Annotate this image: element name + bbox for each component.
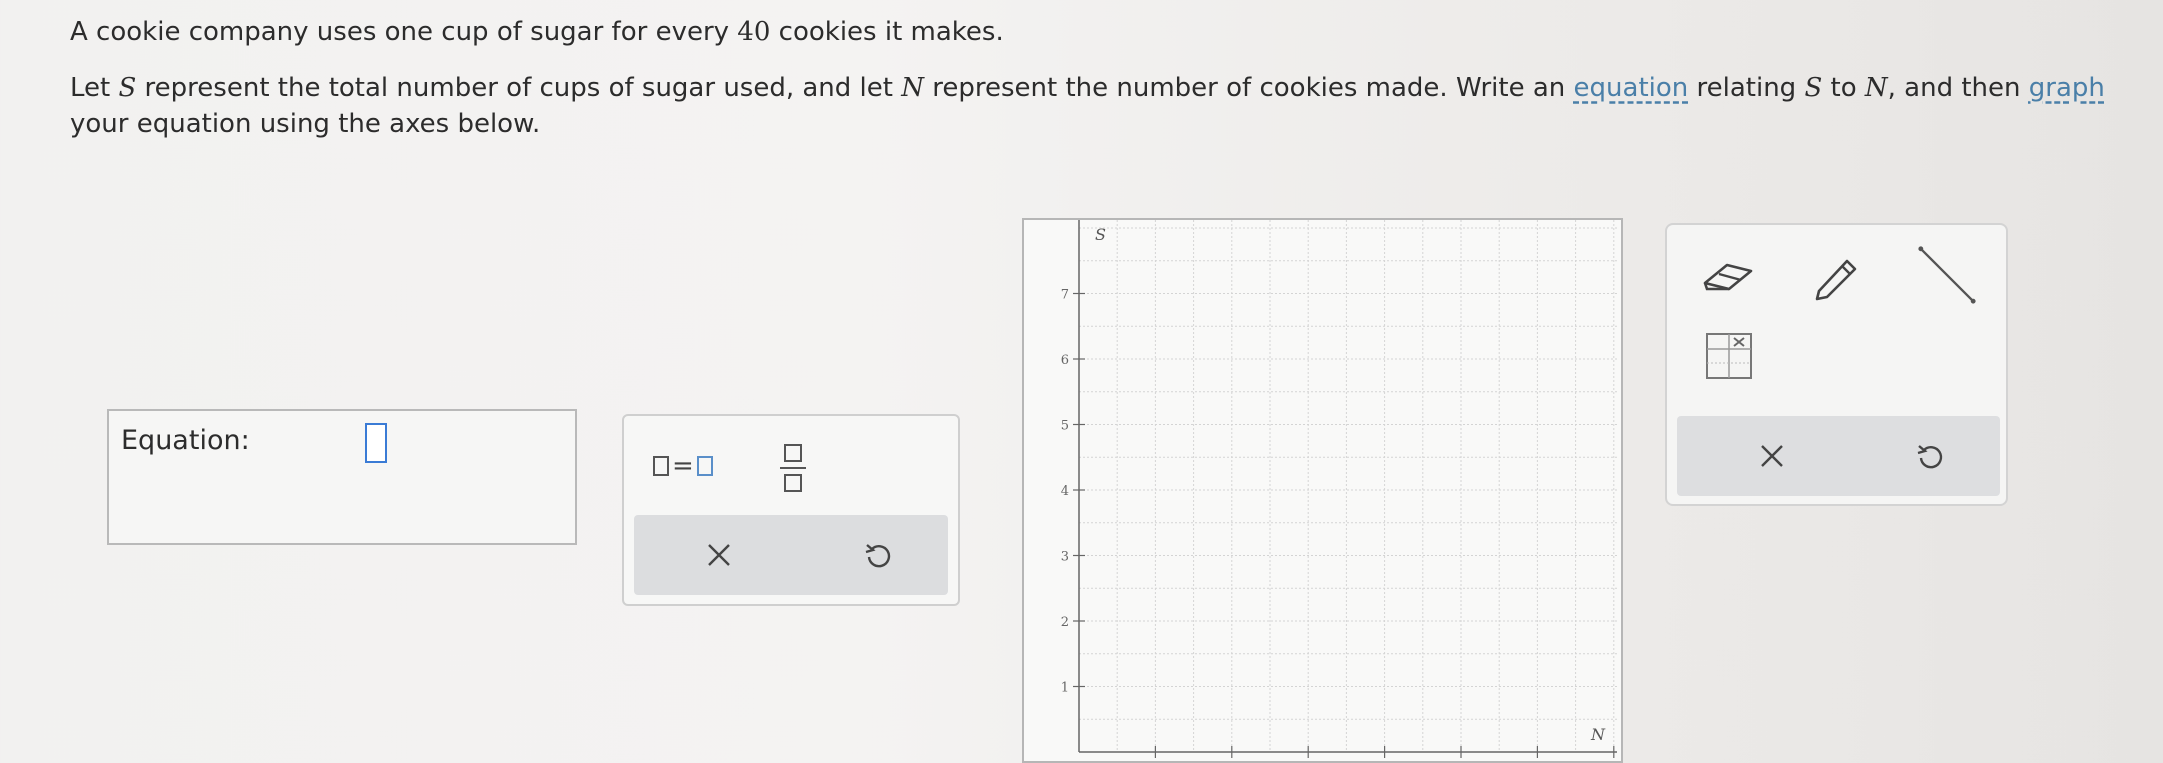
axes — [1078, 220, 1617, 758]
variable-s: S — [1804, 73, 1823, 103]
y-ticks: 1 2 3 4 5 6 7 — [1061, 288, 1085, 696]
pencil-tool[interactable] — [1805, 245, 1869, 309]
line-segment-icon — [1918, 246, 1976, 304]
xy-table-icon — [1706, 333, 1752, 379]
graph-panel[interactable]: 1 2 3 4 5 6 7 S N — [1022, 218, 1623, 763]
problem-statement: A cookie company uses one cup of sugar f… — [70, 14, 2130, 162]
y-tick-label: 4 — [1061, 484, 1069, 499]
graph-link[interactable]: graph — [2029, 73, 2105, 103]
equation-link[interactable]: equation — [1574, 73, 1689, 103]
y-tick-label: 3 — [1061, 550, 1069, 565]
y-tick-label: 2 — [1061, 615, 1069, 630]
equals-sign: = — [672, 451, 694, 481]
undo-button[interactable] — [853, 530, 903, 580]
numerator-box — [784, 444, 802, 462]
variable-s: S — [118, 73, 137, 103]
problem-text: represent the total number of cups of su… — [136, 73, 902, 103]
problem-text: to — [1822, 73, 1865, 103]
denominator-box — [784, 474, 802, 492]
undo-icon — [1917, 445, 1943, 469]
problem-text: , and then — [1887, 73, 2029, 103]
cookie-count: 40 — [737, 17, 771, 47]
problem-line-1: A cookie company uses one cup of sugar f… — [70, 14, 2130, 50]
problem-line-2: Let S represent the total number of cups… — [70, 70, 2130, 142]
box-placeholder — [653, 456, 669, 476]
undo-icon — [865, 544, 891, 568]
graph-action-bar — [1677, 416, 2000, 496]
y-tick-label: 7 — [1061, 288, 1069, 303]
equation-action-bar — [634, 515, 948, 595]
variable-n: N — [1864, 73, 1888, 103]
problem-text: Let — [70, 73, 119, 103]
equation-toolbar: = — [622, 414, 960, 606]
graph-clear-button[interactable] — [1747, 431, 1797, 481]
graph-toolbar — [1665, 223, 2008, 506]
y-tick-label: 1 — [1061, 681, 1069, 696]
graph-axes[interactable]: 1 2 3 4 5 6 7 S N — [1024, 220, 1621, 761]
box-placeholder — [696, 456, 713, 476]
problem-text: cookies it makes. — [770, 17, 1004, 47]
problem-text: A cookie company uses one cup of sugar f… — [70, 17, 738, 47]
line-tool[interactable] — [1915, 243, 1979, 307]
equation-label: Equation: — [121, 425, 250, 456]
box-equals-box-icon[interactable]: = — [653, 451, 713, 481]
grid — [1078, 220, 1617, 753]
x-icon — [708, 544, 730, 566]
eraser-tool[interactable] — [1695, 245, 1759, 309]
table-tool[interactable] — [1703, 330, 1755, 382]
y-axis-label: S — [1095, 225, 1106, 244]
x-axis-label: N — [1590, 725, 1606, 744]
fraction-bar — [780, 467, 806, 469]
equation-answer-box: Equation: — [107, 409, 577, 545]
problem-text: your equation using the axes below. — [70, 109, 541, 139]
equation-input[interactable] — [365, 423, 387, 463]
pencil-icon — [1815, 259, 1857, 301]
x-icon — [1761, 445, 1783, 467]
eraser-icon — [1703, 263, 1753, 291]
problem-text: represent the number of cookies made. Wr… — [923, 73, 1574, 103]
y-tick-label: 6 — [1061, 353, 1069, 368]
graph-undo-button[interactable] — [1905, 431, 1955, 481]
clear-button[interactable] — [694, 530, 744, 580]
variable-n: N — [901, 73, 924, 103]
fraction-icon[interactable] — [780, 440, 806, 498]
y-tick-label: 5 — [1061, 419, 1069, 434]
problem-text: relating — [1688, 73, 1805, 103]
